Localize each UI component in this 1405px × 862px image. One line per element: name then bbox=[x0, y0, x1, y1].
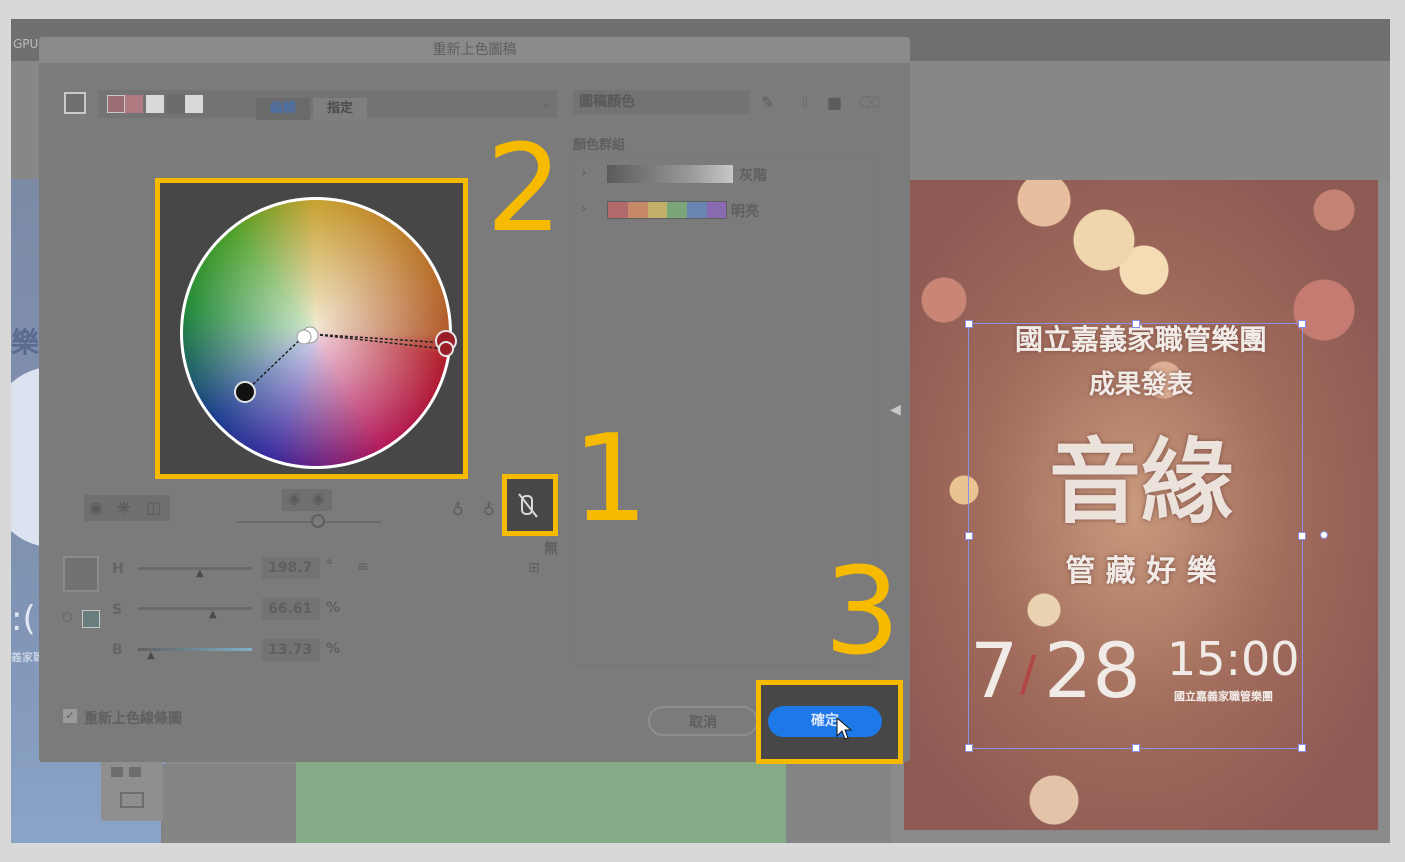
green-artboard bbox=[296, 761, 786, 843]
menu-icon[interactable]: ≡ bbox=[357, 559, 369, 575]
color-group-row[interactable]: › 灰階 bbox=[573, 160, 878, 190]
folder-icon[interactable]: ■ bbox=[827, 93, 842, 112]
ok-button[interactable]: 確定 bbox=[768, 706, 882, 737]
selection-handle[interactable] bbox=[1132, 320, 1140, 328]
unlink-harmony-icon[interactable] bbox=[507, 479, 553, 531]
saturation-label: S bbox=[112, 602, 123, 618]
dialog-title: 重新上色圖稿 bbox=[39, 37, 910, 63]
brightness-slider[interactable] bbox=[236, 521, 381, 523]
selection-handle[interactable] bbox=[1298, 320, 1306, 328]
brightness-label: B bbox=[112, 642, 123, 658]
color-mode-swatch[interactable] bbox=[82, 610, 100, 628]
chevron-down-icon[interactable]: ⌄ bbox=[541, 96, 551, 110]
brightness-slider-thumb-hsb[interactable]: ▲ bbox=[147, 650, 155, 661]
brightness-value[interactable]: 13.73 bbox=[262, 639, 320, 661]
current-color-swatch[interactable] bbox=[64, 92, 86, 114]
swatch[interactable] bbox=[185, 95, 203, 113]
saturation-slider-thumb[interactable]: ▲ bbox=[209, 609, 217, 620]
selection-handle[interactable] bbox=[965, 744, 973, 752]
selection-handle[interactable] bbox=[1298, 744, 1306, 752]
tab-edit[interactable]: 編輯 bbox=[256, 98, 310, 120]
swatch[interactable] bbox=[125, 95, 143, 113]
swatch[interactable] bbox=[107, 95, 125, 113]
trash-icon[interactable]: ⌫ bbox=[858, 93, 881, 112]
swatch[interactable] bbox=[146, 95, 164, 113]
wheel-markers bbox=[234, 326, 457, 403]
active-color-preview bbox=[63, 556, 99, 592]
recolor-line-art-label: 重新上色線條圖 bbox=[84, 711, 182, 727]
add-color-icon[interactable]: ♁ bbox=[452, 500, 464, 519]
color-group-row[interactable]: › 明亮 bbox=[573, 196, 878, 226]
wheel-mode-group: ◉ ❋ ◫ bbox=[84, 495, 170, 521]
selection-handle[interactable] bbox=[965, 320, 973, 328]
color-wheel-highlight bbox=[155, 178, 468, 479]
mouse-cursor-icon bbox=[836, 717, 852, 740]
chevron-right-icon[interactable]: › bbox=[581, 201, 587, 217]
rotate-handle[interactable] bbox=[1320, 531, 1328, 539]
group-name: 明亮 bbox=[731, 204, 759, 220]
none-label: 無 bbox=[544, 541, 558, 557]
color-marker-dark bbox=[234, 381, 256, 403]
selection-bounding-box[interactable] bbox=[968, 323, 1303, 749]
saturation-value[interactable]: 66.61 bbox=[262, 598, 320, 620]
smooth-wheel-icon[interactable]: ◉ bbox=[89, 498, 103, 517]
left-art-time: :( bbox=[11, 599, 36, 639]
brightness-toggle[interactable]: ◉ ◉ bbox=[282, 489, 332, 511]
gpu-label: GPU bbox=[13, 37, 39, 51]
artwork-colors-field[interactable]: 圖稿顏色 bbox=[573, 90, 750, 114]
saturation-icon[interactable]: ◉ bbox=[312, 491, 324, 507]
limit-colors-icon[interactable]: ⊞ bbox=[528, 560, 540, 576]
brightness-unit: % bbox=[326, 641, 341, 657]
link-harmony-highlight bbox=[502, 474, 558, 536]
arrange-panel bbox=[101, 759, 163, 821]
hue-value[interactable]: 198.7 bbox=[262, 557, 320, 579]
tab-assign[interactable]: 指定 bbox=[313, 98, 367, 120]
brightness-hsb-slider[interactable] bbox=[138, 648, 252, 651]
brightness-icon[interactable]: ◉ bbox=[288, 491, 300, 507]
arrange-icon bbox=[111, 767, 144, 808]
cancel-button[interactable]: 取消 bbox=[648, 706, 758, 736]
saturation-unit: % bbox=[326, 600, 341, 616]
chevron-right-icon[interactable]: › bbox=[581, 165, 587, 181]
selection-handle[interactable] bbox=[965, 532, 973, 540]
saturation-slider[interactable] bbox=[138, 607, 252, 610]
eyedropper-icon[interactable]: ✎ bbox=[761, 93, 774, 112]
hue-slider-thumb[interactable]: ▲ bbox=[196, 568, 204, 579]
group-name: 灰階 bbox=[739, 168, 767, 184]
swatch[interactable] bbox=[167, 95, 185, 113]
color-bars-icon[interactable]: ◫ bbox=[146, 498, 161, 517]
bright-swatches[interactable] bbox=[607, 201, 727, 219]
cube-icon[interactable]: ⬡ bbox=[62, 610, 72, 624]
save-group-icon[interactable]: ⇩ bbox=[798, 93, 811, 112]
hue-label: H bbox=[112, 561, 124, 577]
annotation-number-2: 2 bbox=[486, 120, 563, 259]
selection-handle[interactable] bbox=[1298, 532, 1306, 540]
segmented-wheel-icon[interactable]: ❋ bbox=[117, 498, 130, 517]
collapse-panel-icon[interactable]: ◀ bbox=[890, 402, 901, 418]
annotation-number-3: 3 bbox=[824, 543, 901, 682]
grayscale-swatches[interactable] bbox=[607, 165, 733, 183]
remove-color-icon[interactable]: ♁ bbox=[483, 500, 495, 519]
hue-unit: ° bbox=[326, 558, 333, 574]
brightness-slider-thumb[interactable] bbox=[311, 514, 325, 528]
hue-slider[interactable] bbox=[138, 567, 252, 570]
color-groups-label: 顏色群組 bbox=[573, 138, 626, 153]
recolor-line-art-checkbox[interactable]: ✓ bbox=[63, 709, 77, 723]
selection-handle[interactable] bbox=[1132, 744, 1140, 752]
